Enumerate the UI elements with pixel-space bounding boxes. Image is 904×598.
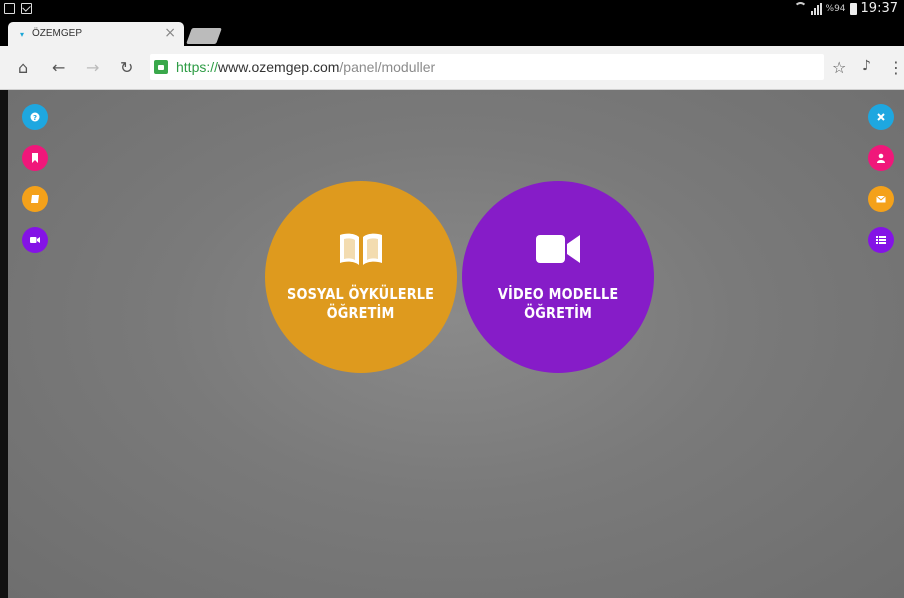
tab-ozemgep[interactable]: ▾ ÖZEMGEP × xyxy=(8,22,184,46)
envelope-icon xyxy=(876,195,886,203)
url-text: https://www.ozemgep.com/panel/moduller xyxy=(176,59,436,75)
favicon-icon: ▾ xyxy=(20,30,25,39)
battery-icon xyxy=(849,2,857,15)
microphone-icon[interactable]: ♪ xyxy=(862,58,871,74)
forward-icon[interactable]: → xyxy=(86,58,99,77)
svg-text:?: ? xyxy=(33,114,37,122)
close-icon xyxy=(877,113,885,121)
wifi-icon xyxy=(793,2,807,15)
user-icon xyxy=(877,153,885,163)
tab-strip: ▾ ÖZEMGEP × xyxy=(0,20,904,46)
page-content: ? SOSYAL ÖYKÜLERLE ÖĞRETİM VİDEO MODELLE… xyxy=(0,90,904,598)
signal-icon xyxy=(810,2,822,15)
open-book-icon xyxy=(340,233,382,265)
list-button[interactable] xyxy=(868,227,894,253)
new-tab-button[interactable] xyxy=(186,28,222,44)
close-button[interactable] xyxy=(868,104,894,130)
reload-icon[interactable]: ↻ xyxy=(120,58,133,77)
tab-title: ÖZEMGEP xyxy=(32,28,83,39)
menu-icon[interactable]: ⋮ xyxy=(888,58,904,77)
bookmark-icon xyxy=(32,153,38,163)
clock: 19:37 xyxy=(860,1,898,16)
address-bar[interactable]: https://www.ozemgep.com/panel/moduller xyxy=(150,54,824,80)
list-icon xyxy=(876,236,886,244)
bookmark-star-icon[interactable]: ☆ xyxy=(832,58,846,77)
video-camera-icon xyxy=(30,237,40,243)
home-icon[interactable]: ⌂ xyxy=(18,58,28,77)
video-button[interactable] xyxy=(22,227,48,253)
module-label: VİDEO MODELLE ÖĞRETİM xyxy=(497,285,619,322)
bookmark-button[interactable] xyxy=(22,145,48,171)
browser-toolbar: ⌂ ← → ↻ https://www.ozemgep.com/panel/mo… xyxy=(0,46,904,90)
profile-button[interactable] xyxy=(868,145,894,171)
back-icon[interactable]: ← xyxy=(52,58,65,77)
email-notification-icon xyxy=(21,3,32,14)
tab-close-icon[interactable]: × xyxy=(164,25,176,41)
module-label: SOSYAL ÖYKÜLERLE ÖĞRETİM xyxy=(287,285,435,322)
module-social-stories[interactable]: SOSYAL ÖYKÜLERLE ÖĞRETİM xyxy=(265,181,457,373)
book-button[interactable] xyxy=(22,186,48,212)
question-icon: ? xyxy=(30,112,40,122)
status-bar: %94 19:37 xyxy=(0,0,904,20)
battery-percent: %94 xyxy=(825,3,846,14)
module-video-modeling[interactable]: VİDEO MODELLE ÖĞRETİM xyxy=(462,181,654,373)
book-icon xyxy=(31,195,39,203)
screenshot-notification-icon xyxy=(4,3,15,14)
secure-lock-icon xyxy=(154,60,168,74)
messages-button[interactable] xyxy=(868,186,894,212)
help-button[interactable]: ? xyxy=(22,104,48,130)
video-camera-icon xyxy=(536,235,580,263)
